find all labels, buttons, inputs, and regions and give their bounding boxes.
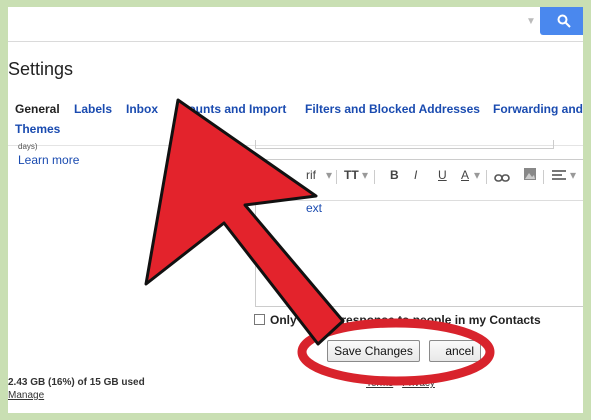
contacts-only-label: Only send a response to people in my Con… (270, 313, 541, 327)
tab-forwarding[interactable]: Forwarding and (493, 102, 583, 116)
learn-more-link[interactable]: Learn more (18, 153, 79, 167)
font-family-button[interactable]: rif (306, 168, 316, 182)
italic-button[interactable]: I (414, 168, 417, 182)
tab-labels[interactable]: Labels (74, 102, 112, 116)
footer-separator: - (393, 378, 403, 389)
terms-link[interactable]: Terms (366, 378, 393, 389)
plain-text-link[interactable]: ext (306, 201, 322, 215)
toolbar-divider (336, 170, 337, 184)
underline-button[interactable]: U (438, 168, 447, 182)
toolbar-divider (543, 170, 544, 184)
tab-filters-and-blocked-addresses[interactable]: Filters and Blocked Addresses (305, 102, 480, 116)
toolbar-divider (374, 170, 375, 184)
search-icon (557, 14, 571, 28)
tab-themes[interactable]: Themes (15, 122, 60, 136)
bold-button[interactable]: B (390, 168, 399, 182)
tab-inbox[interactable]: Inbox (126, 102, 158, 116)
gmail-settings-window: ▼ Settings General Labels Inbox ccounts … (8, 7, 583, 413)
font-size-button[interactable]: TT (344, 168, 359, 182)
align-icon[interactable] (552, 169, 566, 187)
storage-usage: 2.43 GB (16%) of 15 GB used (8, 377, 145, 388)
text-color-button[interactable]: A (461, 168, 469, 182)
footer-links: Terms - Privacy (366, 378, 435, 389)
contacts-only-option[interactable]: Only send a response to people in my Con… (254, 313, 541, 327)
insert-image-icon[interactable] (523, 167, 537, 186)
top-search-bar: ▼ (8, 7, 583, 42)
tab-accounts-and-import[interactable]: ccounts and Import (175, 102, 286, 116)
days-note: days) (18, 142, 38, 151)
tab-general[interactable]: General (15, 102, 60, 116)
save-changes-button[interactable]: Save Changes (327, 340, 420, 362)
toolbar-divider (486, 170, 487, 184)
search-button[interactable] (540, 7, 583, 35)
insert-link-icon[interactable] (494, 170, 510, 188)
message-label: ge: (230, 147, 248, 161)
format-toolbar: rif ▾ TT ▾ B I U A ▾ ▾ (256, 160, 583, 201)
search-options-caret[interactable]: ▼ (526, 16, 536, 27)
page-title: Settings (8, 59, 74, 79)
message-editor[interactable]: rif ▾ TT ▾ B I U A ▾ ▾ ext (255, 159, 583, 307)
privacy-link[interactable]: Privacy (402, 378, 435, 389)
manage-storage-link[interactable]: Manage (8, 390, 44, 401)
cancel-button[interactable]: ancel (429, 340, 481, 362)
contacts-only-checkbox[interactable] (254, 314, 265, 325)
subject-field[interactable] (255, 140, 554, 149)
